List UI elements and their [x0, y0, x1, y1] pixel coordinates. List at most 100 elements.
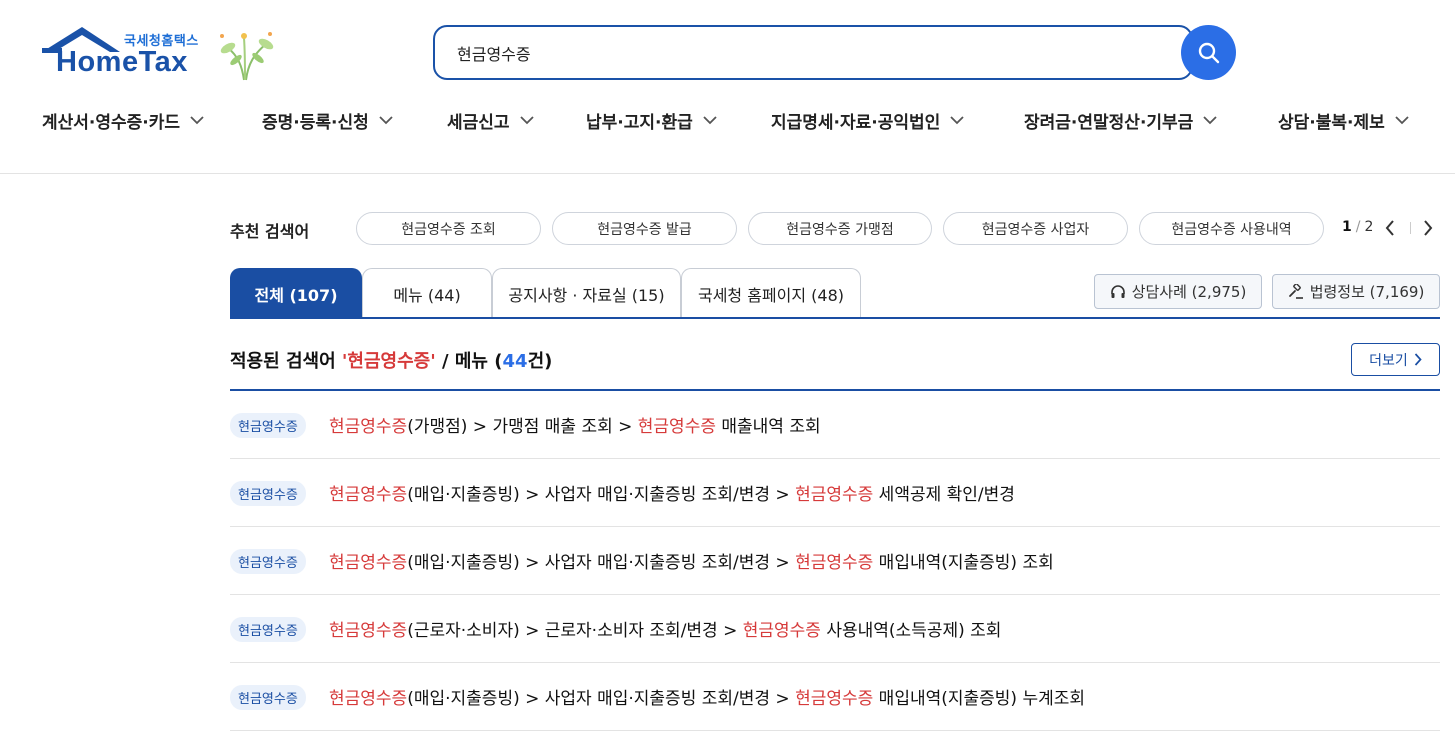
tab-nts-homepage[interactable]: 국세청 홈페이지 (48) [681, 268, 861, 318]
pager-next-button[interactable] [1419, 217, 1437, 239]
tab-notice-archive[interactable]: 공지사항 · 자료실 (15) [492, 268, 681, 318]
recommended-pager: 1/2 [1342, 219, 1373, 235]
path-highlight: 현금영수증 [795, 553, 874, 573]
recommended-chip[interactable]: 현금영수증 가맹점 [748, 212, 932, 245]
result-path: 현금영수증(매입·지출증빙) > 사업자 매입·지출증빙 조회/변경 > 현금영… [329, 548, 1054, 573]
tab-all[interactable]: 전체 (107) [230, 268, 362, 318]
gnb-label: 계산서·영수증·카드 [42, 113, 181, 133]
gnb-label: 상담·불복·제보 [1278, 113, 1385, 133]
path-text: (가맹점) > 가맹점 매출 조회 > [407, 417, 638, 437]
gnb-item-incentive-yearend[interactable]: 장려금·연말정산·기부금 [1024, 108, 1217, 133]
result-path: 현금영수증(가맹점) > 가맹점 매출 조회 > 현금영수증 매출내역 조회 [329, 412, 821, 437]
path-highlight: 현금영수증 [329, 689, 408, 709]
recommended-chip[interactable]: 현금영수증 발급 [552, 212, 737, 245]
chevron-left-icon [1385, 220, 1394, 236]
result-badge: 현금영수증 [230, 617, 306, 642]
law-info-button[interactable]: 법령정보 (7,169) [1272, 274, 1440, 309]
result-title-keyword: '현금영수증' [341, 351, 436, 372]
more-button[interactable]: 더보기 [1351, 343, 1440, 376]
recommended-label: 추천 검색어 [230, 222, 310, 241]
result-title-suffix: 건) [527, 351, 553, 372]
leaves-decoration-icon [220, 32, 274, 81]
result-section-title: 적용된 검색어 '현금영수증' / 메뉴 (44건) [230, 347, 552, 373]
path-highlight: 현금영수증 [795, 485, 874, 505]
search-button[interactable] [1181, 25, 1236, 80]
consult-cases-label: 상담사례 (2,975) [1131, 283, 1247, 301]
gnb-label: 증명·등록·신청 [262, 113, 369, 133]
tab-menu[interactable]: 메뉴 (44) [362, 268, 492, 318]
result-row[interactable]: 현금영수증 현금영수증(매입·지출증빙) > 사업자 매입·지출증빙 조회/변경… [230, 663, 1440, 731]
result-path: 현금영수증(매입·지출증빙) > 사업자 매입·지출증빙 조회/변경 > 현금영… [329, 684, 1085, 709]
pager-separator: / [1355, 219, 1361, 235]
gnb-label: 세금신고 [447, 113, 510, 133]
search-icon [1198, 42, 1219, 63]
path-highlight: 현금영수증 [329, 553, 408, 573]
result-badge: 현금영수증 [230, 481, 306, 506]
result-title-prefix: 적용된 검색어 [230, 351, 336, 372]
gavel-icon [1288, 283, 1303, 299]
logo-english-text: HomeTax [56, 46, 188, 78]
result-row[interactable]: 현금영수증 현금영수증(근로자·소비자) > 근로자·소비자 조회/변경 > 현… [230, 595, 1440, 663]
path-highlight: 현금영수증 [637, 417, 716, 437]
recommended-chip[interactable]: 현금영수증 사업자 [943, 212, 1128, 245]
result-badge: 현금영수증 [230, 413, 306, 438]
path-text: (근로자·소비자) > 근로자·소비자 조회/변경 > [407, 621, 743, 641]
chevron-right-icon [1424, 220, 1433, 236]
result-row[interactable]: 현금영수증 현금영수증(매입·지출증빙) > 사업자 매입·지출증빙 조회/변경… [230, 527, 1440, 595]
law-info-label: 법령정보 (7,169) [1309, 283, 1425, 301]
path-highlight: 현금영수증 [795, 689, 874, 709]
gnb-item-certificate-registration[interactable]: 증명·등록·신청 [262, 108, 393, 133]
pager-current: 1 [1342, 219, 1352, 235]
main-navigation: 계산서·영수증·카드 증명·등록·신청 세금신고 납부·고지·환급 지급명세·자… [0, 108, 1455, 148]
pager-prev-button[interactable] [1381, 217, 1399, 239]
path-highlight: 현금영수증 [329, 621, 408, 641]
path-highlight: 현금영수증 [329, 417, 408, 437]
result-badge: 현금영수증 [230, 685, 306, 710]
more-button-label: 더보기 [1369, 352, 1408, 369]
pager-total: 2 [1364, 219, 1374, 235]
chevron-down-icon [1203, 116, 1217, 125]
path-text: 매입내역(지출증빙) 조회 [873, 553, 1054, 573]
result-title-mid: / 메뉴 ( [442, 351, 503, 372]
path-highlight: 현금영수증 [329, 485, 408, 505]
hometax-logo[interactable]: 국세청홈택스 HomeTax [42, 24, 282, 84]
gnb-item-invoice-receipt-card[interactable]: 계산서·영수증·카드 [42, 108, 204, 133]
chevron-down-icon [703, 116, 717, 125]
gnb-item-consultation-appeal[interactable]: 상담·불복·제보 [1278, 108, 1409, 133]
chevron-down-icon [190, 116, 204, 125]
path-text: 사용내역(소득공제) 조회 [820, 621, 1002, 641]
pager-divider [1410, 222, 1411, 234]
gnb-label: 지급명세·자료·공익법인 [771, 113, 941, 133]
gnb-item-payment-statement[interactable]: 지급명세·자료·공익법인 [771, 108, 964, 133]
result-path: 현금영수증(매입·지출증빙) > 사업자 매입·지출증빙 조회/변경 > 현금영… [329, 480, 1015, 505]
gnb-item-tax-return[interactable]: 세금신고 [447, 108, 534, 133]
search-box [433, 25, 1193, 80]
result-row[interactable]: 현금영수증 현금영수증(가맹점) > 가맹점 매출 조회 > 현금영수증 매출내… [230, 391, 1440, 459]
chevron-right-icon [1414, 353, 1422, 366]
recommended-chip[interactable]: 현금영수증 조회 [356, 212, 541, 245]
result-badge: 현금영수증 [230, 549, 306, 574]
path-text: 매출내역 조회 [715, 417, 821, 437]
header-divider [0, 173, 1455, 174]
gnb-label: 장려금·연말정산·기부금 [1024, 113, 1194, 133]
recommended-chip[interactable]: 현금영수증 사용내역 [1139, 212, 1324, 245]
result-row[interactable]: 현금영수증 현금영수증(매입·지출증빙) > 사업자 매입·지출증빙 조회/변경… [230, 459, 1440, 527]
result-count: 44 [502, 351, 528, 372]
gnb-item-payment-refund[interactable]: 납부·고지·환급 [586, 108, 717, 133]
path-highlight: 현금영수증 [742, 621, 821, 641]
path-text: (매입·지출증빙) > 사업자 매입·지출증빙 조회/변경 > [407, 553, 796, 573]
path-text: 매입내역(지출증빙) 누계조회 [873, 689, 1086, 709]
chevron-down-icon [379, 116, 393, 125]
path-text: 세액공제 확인/변경 [873, 485, 1015, 505]
path-text: (매입·지출증빙) > 사업자 매입·지출증빙 조회/변경 > [407, 485, 796, 505]
chevron-down-icon [519, 116, 534, 125]
gnb-label: 납부·고지·환급 [586, 113, 693, 133]
chevron-down-icon [1395, 116, 1409, 125]
path-text: (매입·지출증빙) > 사업자 매입·지출증빙 조회/변경 > [407, 689, 796, 709]
tabs-underline [230, 317, 1440, 319]
chevron-down-icon [950, 116, 964, 125]
search-input[interactable] [457, 39, 1157, 67]
result-path: 현금영수증(근로자·소비자) > 근로자·소비자 조회/변경 > 현금영수증 사… [329, 616, 1001, 641]
headset-icon [1110, 284, 1125, 298]
consult-cases-button[interactable]: 상담사례 (2,975) [1094, 274, 1262, 309]
